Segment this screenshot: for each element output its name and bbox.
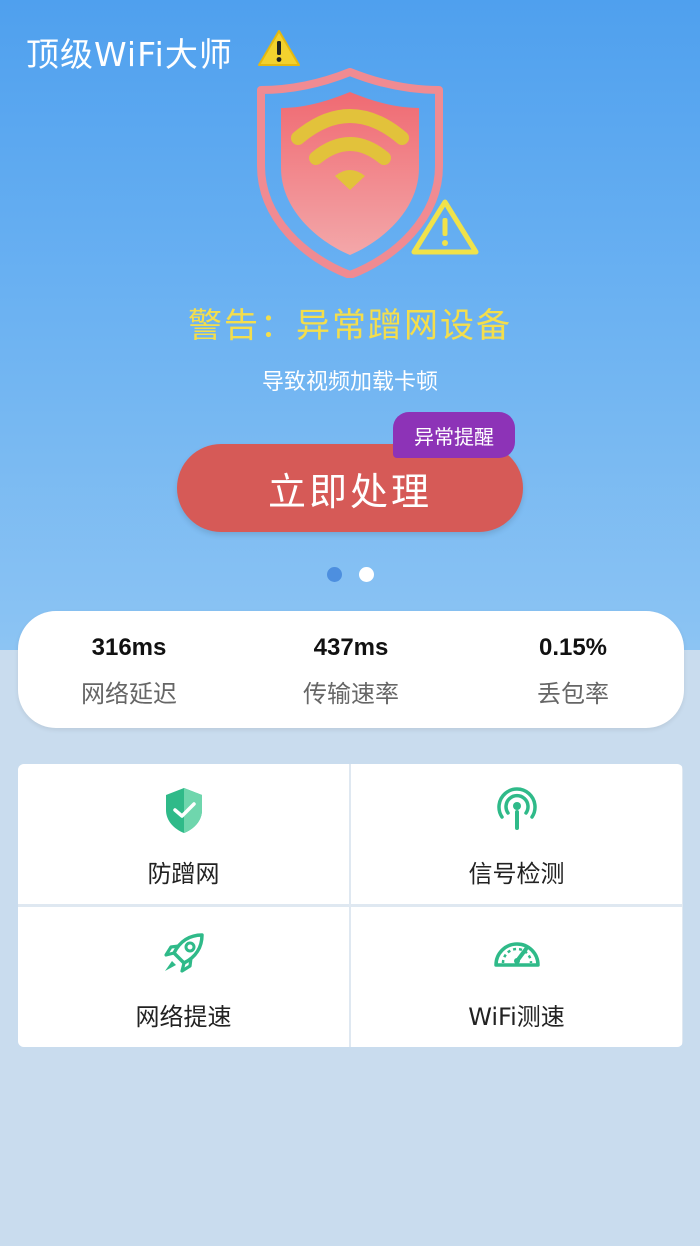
stat-value: 316ms <box>91 634 167 661</box>
carousel-dot-1[interactable] <box>327 567 342 582</box>
tool-network-boost[interactable]: 网络提速 <box>18 907 349 1047</box>
anomaly-alert-badge: 异常提醒 <box>393 412 515 458</box>
stat-label: 网络延迟 <box>81 680 177 708</box>
tool-wifi-speedtest[interactable]: WiFi测速 <box>351 907 682 1047</box>
tool-label: 信号检测 <box>468 860 565 888</box>
shield-check-icon <box>165 788 202 833</box>
tool-signal-detect[interactable]: 信号检测 <box>351 764 682 904</box>
rocket-icon <box>163 933 204 973</box>
signal-tower-icon <box>496 787 537 830</box>
stat-transfer-rate: 437ms 传输速率 <box>240 611 462 728</box>
warning-icon <box>258 30 300 66</box>
stat-label: 传输速率 <box>303 680 399 708</box>
stat-value: 0.15% <box>538 634 608 661</box>
stat-label: 丢包率 <box>537 680 609 708</box>
tools-grid: 防蹭网 信号检测 网络提速 WiFi测速 <box>18 764 683 1047</box>
carousel-dot-2[interactable] <box>359 567 374 582</box>
tool-label: 防蹭网 <box>147 860 220 888</box>
network-stats-card: 316ms 网络延迟 437ms 传输速率 0.15% 丢包率 <box>18 611 684 728</box>
stat-latency: 316ms 网络延迟 <box>18 611 240 728</box>
warning-subtitle: 导致视频加载卡顿 <box>261 370 438 395</box>
stat-value: 437ms <box>313 634 389 661</box>
alert-triangle-icon <box>411 199 479 255</box>
stat-packet-loss: 0.15% 丢包率 <box>462 611 684 728</box>
app-title: 顶级WiFi大师 <box>26 35 233 74</box>
tool-label: 网络提速 <box>135 1003 232 1031</box>
carousel-indicator <box>327 567 377 583</box>
tool-label: WiFi测速 <box>468 1003 565 1031</box>
speedometer-icon <box>493 942 540 967</box>
tool-anti-freeloader[interactable]: 防蹭网 <box>18 764 349 904</box>
warning-title: 警告：异常蹭网设备 <box>188 306 512 346</box>
